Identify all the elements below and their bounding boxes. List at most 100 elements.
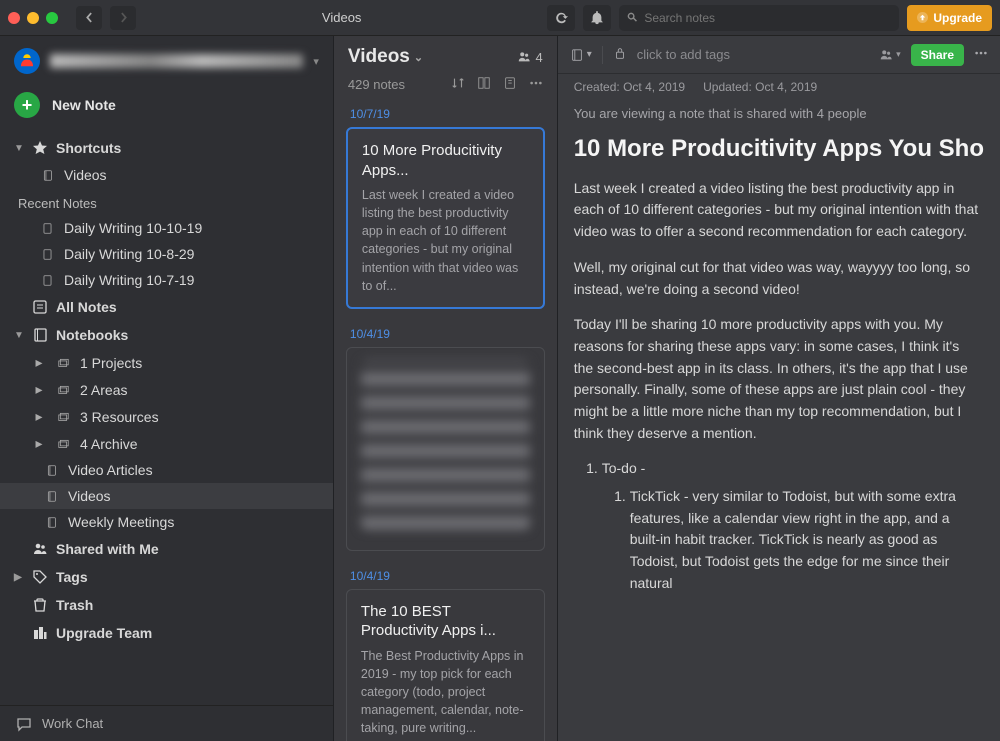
- share-count-value: 4: [535, 50, 542, 65]
- zoom-window[interactable]: [46, 12, 58, 24]
- chevron-right-icon: ▸: [32, 408, 46, 425]
- note-list-panel: Videos ⌄ 4 429 notes 10/7/19: [334, 36, 558, 741]
- note-body[interactable]: Last week I created a video listing the …: [558, 172, 1000, 741]
- minimize-window[interactable]: [27, 12, 39, 24]
- disclosure-triangle-icon: ▼: [14, 330, 24, 341]
- all-notes-item[interactable]: ▼ All Notes: [0, 293, 333, 321]
- account-switcher[interactable]: ▾: [0, 36, 333, 82]
- notebook-share-count[interactable]: 4: [517, 50, 542, 65]
- star-icon: [32, 140, 48, 156]
- account-avatar: [14, 48, 40, 74]
- notebook-stack-item[interactable]: ▸3 Resources: [0, 403, 333, 430]
- shortcuts-header[interactable]: ▼ Shortcuts: [0, 134, 333, 162]
- upgrade-arrow-icon: [917, 12, 928, 23]
- notifications-button[interactable]: [583, 5, 611, 31]
- note-date-group: 10/7/19: [346, 97, 545, 127]
- trash-item[interactable]: ▼ Trash: [0, 591, 333, 619]
- trash-icon: [32, 597, 48, 613]
- note-card[interactable]: The 10 BEST Productivity Apps i... The B…: [346, 589, 545, 741]
- search-input[interactable]: [644, 11, 891, 25]
- notes-icon: [32, 299, 48, 315]
- chevron-down-icon: ⌄: [414, 51, 423, 64]
- note-editor-panel: ▾ click to add tags ▾ Share Created: Oct…: [558, 36, 1000, 741]
- account-name-redacted: [50, 54, 303, 68]
- upgrade-label: Upgrade: [933, 11, 982, 25]
- disclosure-triangle-icon: ▼: [14, 143, 24, 154]
- filter-button[interactable]: [503, 76, 517, 93]
- sync-button[interactable]: [547, 5, 575, 31]
- note-date-group: 10/4/19: [346, 559, 545, 589]
- notebook-icon: [44, 491, 58, 502]
- chevron-down-icon: ▾: [313, 55, 319, 68]
- sort-button[interactable]: [451, 76, 465, 93]
- shortcuts-label: Shortcuts: [56, 140, 121, 156]
- window-title: Videos: [322, 10, 362, 25]
- notebook-icon: [32, 327, 48, 343]
- titlebar: Videos Upgrade: [0, 0, 1000, 36]
- new-note-button[interactable]: + New Note: [14, 92, 319, 118]
- notebook-stack-item[interactable]: ▸4 Archive: [0, 430, 333, 457]
- all-notes-label: All Notes: [56, 299, 117, 315]
- recent-notes-header: Recent Notes: [0, 188, 333, 215]
- notebooks-header[interactable]: ▼ Notebooks: [0, 321, 333, 349]
- notebook-stack-item[interactable]: ▸2 Areas: [0, 376, 333, 403]
- more-button[interactable]: [529, 76, 543, 93]
- notebook-icon: [570, 48, 584, 62]
- notebook-icon: [44, 465, 58, 476]
- avatar-glyph-icon: [18, 52, 36, 70]
- more-horizontal-icon: [974, 46, 988, 60]
- recent-note-item[interactable]: Daily Writing 10-10-19: [0, 215, 333, 241]
- notebook-title-dropdown[interactable]: Videos ⌄: [348, 46, 423, 68]
- stack-icon: [56, 384, 70, 395]
- search-icon: [627, 12, 638, 23]
- updated-date: Updated: Oct 4, 2019: [703, 80, 817, 94]
- chevron-right-icon: [118, 12, 129, 23]
- team-icon: [32, 625, 48, 641]
- notebook-selector[interactable]: ▾: [570, 48, 592, 62]
- stack-icon: [56, 411, 70, 422]
- bell-icon: [590, 11, 604, 25]
- notebook-item[interactable]: Weekly Meetings: [0, 509, 333, 535]
- work-chat-label: Work Chat: [42, 716, 103, 731]
- upgrade-team-item[interactable]: ▼ Upgrade Team: [0, 619, 333, 647]
- note-share-indicator[interactable]: ▾: [879, 48, 901, 62]
- tag-prompt[interactable]: click to add tags: [637, 47, 730, 62]
- search-box[interactable]: [619, 5, 899, 31]
- note-card[interactable]: [346, 347, 545, 551]
- recent-note-item[interactable]: Daily Writing 10-7-19: [0, 267, 333, 293]
- reminder-button[interactable]: [613, 46, 627, 63]
- notebook-title: Videos: [348, 46, 410, 68]
- upgrade-button[interactable]: Upgrade: [907, 5, 992, 31]
- chevron-left-icon: [84, 12, 95, 23]
- note-toolbar: ▾ click to add tags ▾ Share: [558, 36, 1000, 74]
- shared-with-me-item[interactable]: ▼ Shared with Me: [0, 535, 333, 563]
- note-metadata: Created: Oct 4, 2019 Updated: Oct 4, 201…: [558, 74, 1000, 98]
- notebook-stack-item[interactable]: ▸1 Projects: [0, 349, 333, 376]
- note-more-button[interactable]: [974, 46, 988, 63]
- note-list[interactable]: 10/7/19 10 More Producitivity Apps... La…: [334, 97, 557, 741]
- view-toggle-button[interactable]: [477, 76, 491, 93]
- share-button-label: Share: [921, 48, 954, 62]
- shared-label: Shared with Me: [56, 541, 159, 557]
- chevron-down-icon: ▾: [587, 49, 592, 60]
- note-title[interactable]: 10 More Producitivity Apps You Sho: [558, 131, 1000, 172]
- close-window[interactable]: [8, 12, 20, 24]
- recent-note-item[interactable]: Daily Writing 10-8-29: [0, 241, 333, 267]
- share-button[interactable]: Share: [911, 44, 964, 66]
- note-icon: [40, 275, 54, 286]
- nav-forward-button[interactable]: [110, 6, 136, 30]
- note-card[interactable]: 10 More Producitivity Apps... Last week …: [346, 127, 545, 309]
- trash-label: Trash: [56, 597, 93, 613]
- notebook-icon: [40, 170, 54, 181]
- note-card-title: The 10 BEST Productivity Apps i...: [361, 602, 530, 641]
- nav-back-button[interactable]: [76, 6, 102, 30]
- chat-icon: [16, 716, 32, 732]
- tags-label: Tags: [56, 569, 88, 585]
- tags-header[interactable]: ▶ Tags: [0, 563, 333, 591]
- shortcut-item-videos[interactable]: Videos: [0, 162, 333, 188]
- notebook-item[interactable]: Video Articles: [0, 457, 333, 483]
- notebook-item-videos[interactable]: Videos: [0, 483, 333, 509]
- sidebar: ▾ + New Note ▼ Shortcuts Videos Recent N…: [0, 36, 334, 741]
- work-chat-button[interactable]: Work Chat: [0, 705, 333, 741]
- upgrade-team-label: Upgrade Team: [56, 625, 152, 641]
